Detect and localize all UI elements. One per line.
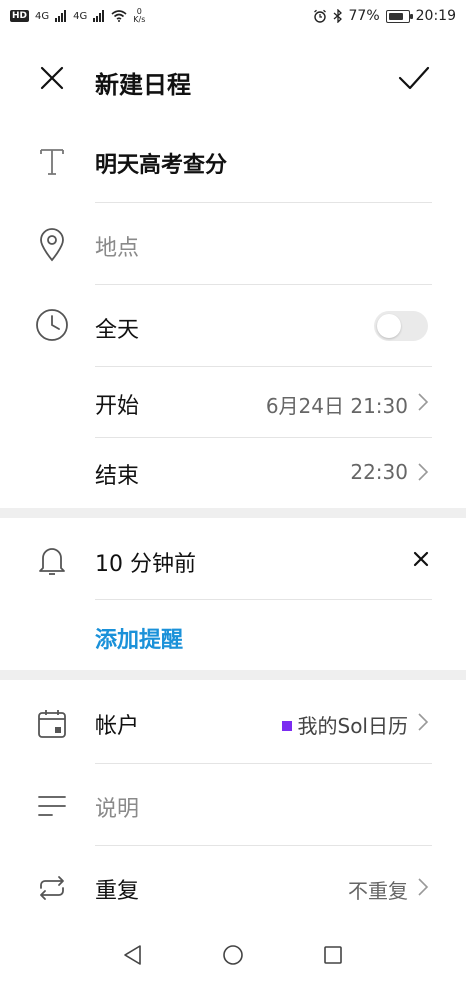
end-value: 22:30 [350,460,408,484]
wifi-icon [111,10,127,22]
description-row[interactable]: 说明 [0,764,466,846]
chevron-right-icon [418,393,429,411]
status-bar: HD 4G 4G 0 K/s 77% 20:19 [0,0,466,40]
repeat-label: 重复 [95,879,140,904]
save-button[interactable] [394,58,434,98]
start-value: 6月24日 21:30 [265,394,408,418]
event-title[interactable]: 明天高考查分 [95,147,227,179]
battery-icon [385,9,413,23]
back-icon [124,945,141,965]
system-nav-bar [0,925,466,983]
clock: 20:19 [415,8,456,24]
section-separator [0,508,466,518]
all-day-label: 全天 [95,318,140,343]
remove-reminder-button[interactable] [406,544,436,574]
end-label: 结束 [95,464,140,489]
description-field[interactable]: 说明 [95,791,139,823]
start-row[interactable]: 开始 6月24日 21:30 [0,368,466,438]
back-button[interactable] [113,935,153,975]
account-row[interactable]: 帐户 我的Sol日历 [0,682,466,764]
divider [95,284,432,285]
location-field[interactable]: 地点 [95,230,139,262]
bell-icon [30,538,74,582]
status-left: HD 4G 4G 0 K/s [10,8,145,24]
signal-1-label: 4G [35,10,50,22]
page-title: 新建日程 [95,71,191,99]
hd-icon: HD [10,10,30,22]
signal-icon [55,10,67,22]
account-value-wrap: 我的Sol日历 [281,710,409,739]
clock-icon [30,303,74,347]
reminder-row[interactable]: 10 分钟前 [0,518,466,600]
all-day-row: 全天 [0,287,466,367]
end-row[interactable]: 结束 22:30 [0,438,466,508]
location-row[interactable]: 地点 [0,205,466,285]
add-reminder-button[interactable]: 添加提醒 [95,622,183,654]
account-color-swatch [281,721,292,731]
battery-percent: 77% [348,8,380,24]
signal-icon [93,10,105,22]
battery-level-fill [388,12,403,20]
section-separator [0,670,466,680]
account-label: 帐户 [95,714,140,739]
start-label: 开始 [95,394,140,419]
bluetooth-icon [333,9,342,23]
close-icon [413,551,429,567]
net-speed-unit: K/s [133,15,146,24]
toggle-knob [377,314,401,338]
check-icon [398,66,430,90]
chevron-right-icon [418,878,429,896]
header: 新建日程 [0,40,466,120]
title-row[interactable]: 明天高考查分 [0,125,466,203]
net-speed: 0 K/s [133,8,145,24]
repeat-value: 不重复 [348,879,408,903]
all-day-toggle[interactable] [374,311,428,341]
location-icon [30,223,74,267]
text-icon [30,139,74,183]
divider [95,202,432,203]
recents-button[interactable] [313,935,353,975]
signal-2-label: 4G [73,10,88,22]
reminder-value: 10 分钟前 [95,552,196,577]
home-button[interactable] [213,935,253,975]
close-button[interactable] [32,58,72,98]
divider [95,366,432,367]
description-icon [30,784,74,828]
calendar-icon [30,702,74,746]
repeat-icon [30,866,74,910]
recents-icon [324,946,342,964]
account-value: 我的Sol日历 [297,714,409,738]
alarm-icon [313,9,326,23]
home-icon [223,945,243,965]
chevron-right-icon [418,713,429,731]
status-right: 77% 20:19 [313,8,456,24]
add-reminder-row: 添加提醒 [0,600,466,670]
close-icon [40,66,64,90]
chevron-right-icon [418,463,429,481]
repeat-row[interactable]: 重复 不重复 [0,846,466,926]
